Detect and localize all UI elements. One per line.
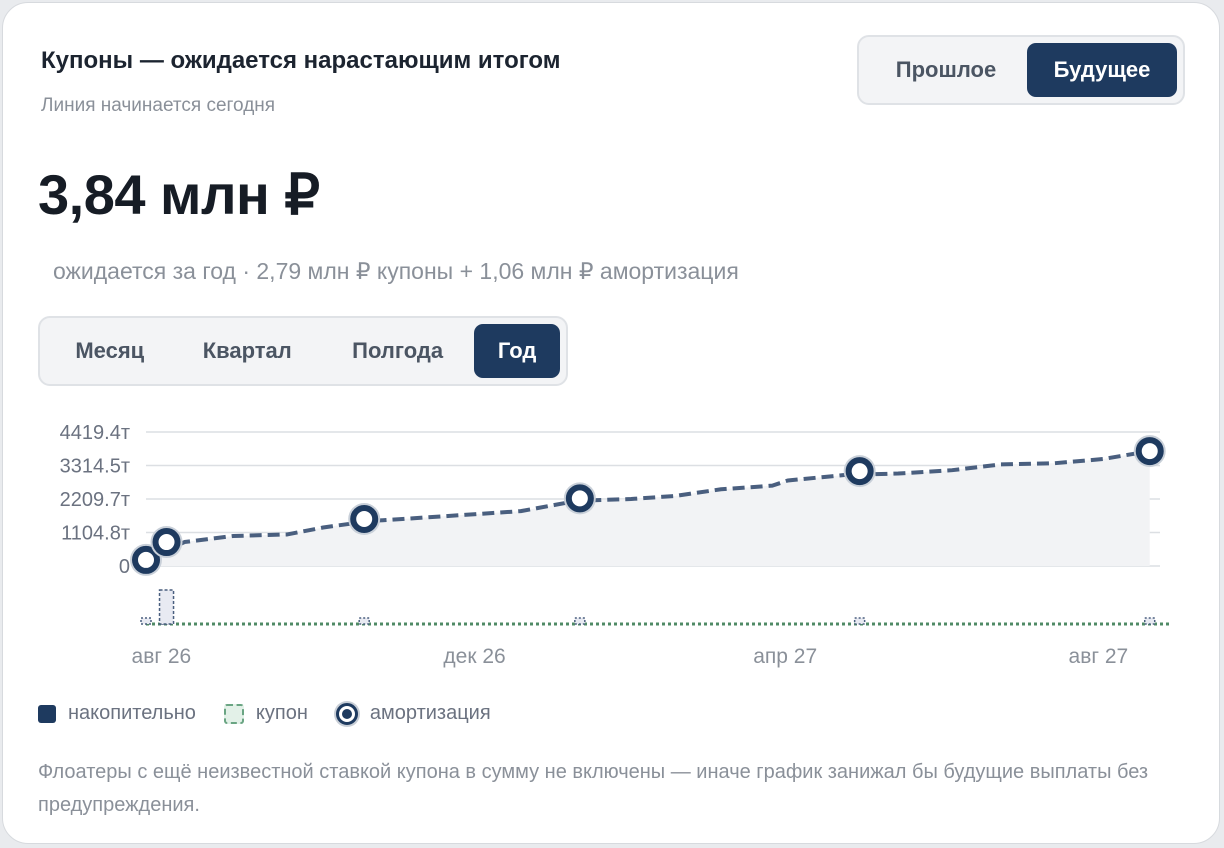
legend-amortization-label: амортизация [369,702,491,724]
cumulative-chart: 4419.4т 3314.5т 2209.7т 1104.8т 0 авг 26 дек 2… [60,422,1172,668]
legend-cumulative-label: накопительно [68,702,196,724]
footnote: Флоатеры с ещё неизвестной ставкой купон… [38,761,1149,816]
amortization-point [845,457,874,486]
time-toggle: Прошлое Будущее [857,35,1185,105]
legend-amortization: амортизация [335,702,491,725]
toggle-past-button[interactable]: Прошлое [865,43,1027,97]
y-tick-label: 2209.7т [60,489,130,511]
x-tick-label: дек 26 [443,645,505,668]
period-toggle: Месяц Квартал Полгода Год [38,316,568,386]
amortization-point [565,484,594,513]
coupon-bar [574,617,586,625]
legend-coupon: купон [223,702,308,725]
period-year-button[interactable]: Год [474,324,560,378]
x-tick-label: авг 27 [1069,645,1129,668]
period-halfyear-button[interactable]: Полгода [321,324,474,378]
amortization-point [152,528,181,557]
y-tick-label: 1104.8т [61,523,130,545]
y-tick-label: 0 [119,556,130,578]
total-value: 3,84 млн ₽ [38,163,320,226]
y-tick-label: 3314.5т [60,456,130,478]
period-month-button[interactable]: Месяц [46,324,174,378]
amortization-point [1135,437,1164,466]
total-caption: ожидается за год · 2,79 млн ₽ купоны + 1… [53,258,739,284]
coupon-bar [1143,617,1156,625]
amortization-point [350,505,379,534]
card-title: Купоны — ожидается нарастающим итогом [41,47,561,74]
y-tick-label: 4419.4т [60,422,130,444]
coupon-bar [358,617,370,625]
legend-cumulative-swatch [38,704,56,723]
coupon-bar [140,617,152,625]
x-tick-label: апр 27 [753,645,817,668]
toggle-future-button[interactable]: Будущее [1027,43,1177,97]
amortization-point [132,545,160,574]
coupon-bar [853,617,866,625]
legend-cumulative: накопительно [38,702,196,725]
card-subtitle: Линия начинается сегодня [41,95,276,116]
legend-coupon-swatch [223,703,244,724]
legend-amortization-swatch [335,702,358,725]
cumulative-area [146,451,1150,566]
legend-coupon-label: купон [255,702,308,724]
x-tick-label: авг 26 [132,645,192,668]
coupon-bar-tall [158,589,175,625]
period-quarter-button[interactable]: Квартал [174,324,321,378]
chart-legend: накопительно купон амортизация [38,702,519,725]
